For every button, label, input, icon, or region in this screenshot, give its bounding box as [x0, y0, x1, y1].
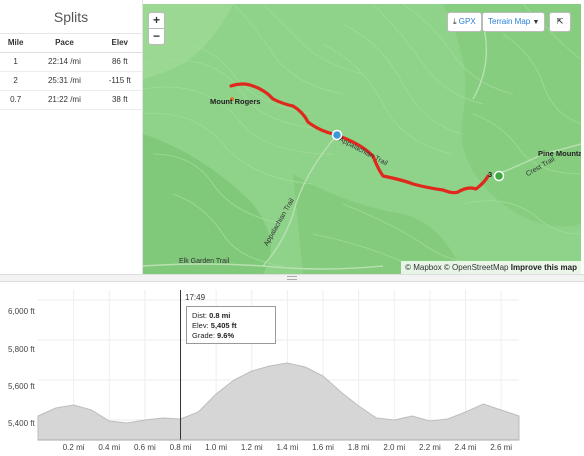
gpx-download-button[interactable]: ⤓ GPX — [447, 12, 482, 32]
split-mile: 2 — [0, 71, 32, 91]
elevation-profile-svg — [37, 290, 520, 441]
tooltip-grade: Grade: 9.6% — [192, 331, 235, 340]
x-tick: 1.8 mi — [347, 443, 370, 452]
terrain-map-label: Terrain Map — [488, 17, 531, 26]
gpx-label: GPX — [458, 17, 476, 26]
map-terrain — [143, 4, 581, 274]
improve-map-link[interactable]: Improve this map — [511, 263, 577, 272]
terrain-map-dropdown[interactable]: Terrain Map ▼ — [482, 12, 546, 32]
column-header-mile: Mile — [0, 34, 32, 53]
elevation-chart[interactable]: 6,000 ft 5,800 ft 5,600 ft 5,400 ft 0.2 … — [0, 282, 584, 456]
y-tick: 5,600 ft — [8, 382, 35, 391]
x-tick: 2.2 mi — [419, 443, 441, 452]
zoom-in-button[interactable]: + — [148, 12, 165, 29]
x-tick: 0.8 mi — [169, 443, 192, 452]
table-row: 0.7 21:22 /mi 38 ft — [0, 90, 142, 110]
x-tick: 2.6 mi — [490, 443, 513, 452]
x-tick: 1.6 mi — [312, 443, 334, 452]
hover-time: 17:49 — [185, 293, 206, 302]
split-elev: 86 ft — [97, 52, 142, 72]
label-elk-garden-trail: Elk Garden Trail — [179, 258, 230, 265]
y-tick: 5,400 ft — [8, 419, 35, 428]
start-marker — [493, 170, 505, 182]
split-mile: 0.7 — [0, 90, 32, 110]
label-mount-rogers: Mount Rogers — [210, 97, 261, 106]
x-tick: 1.0 mi — [205, 443, 228, 452]
map-attribution: © Mapbox © OpenStreetMap Improve this ma… — [401, 261, 581, 274]
x-tick: 2.4 mi — [454, 443, 477, 452]
splits-title: Splits — [0, 0, 142, 34]
tooltip-dist: Dist: 0.8 mi — [192, 311, 231, 320]
split-elev: 38 ft — [97, 90, 142, 110]
split-elev: -115 ft — [97, 71, 142, 91]
y-tick: 5,800 ft — [8, 345, 35, 354]
attribution-text: © Mapbox © OpenStreetMap — [405, 263, 509, 272]
column-header-pace: Pace — [31, 34, 98, 53]
elevation-area — [37, 362, 520, 441]
split-pace: 25:31 /mi — [31, 71, 98, 91]
elevation-tooltip: Dist: 0.8 mi Elev: 5,405 ft Grade: 9.6% — [186, 306, 276, 344]
x-tick: 0.4 mi — [98, 443, 121, 452]
table-row: 1 22:14 /mi 86 ft — [0, 52, 142, 72]
zoom-out-button[interactable]: − — [148, 28, 165, 45]
resize-handle[interactable] — [0, 274, 584, 282]
split-mile: 1 — [0, 52, 32, 72]
column-header-elev: Elev — [97, 34, 142, 53]
split-pace: 22:14 /mi — [31, 52, 98, 72]
table-row: 2 25:31 /mi -115 ft — [0, 71, 142, 91]
start-marker-label: 3 — [488, 170, 493, 179]
y-tick: 6,000 ft — [8, 307, 35, 316]
download-icon: ⤓ — [453, 17, 457, 26]
x-tick: 2.0 mi — [383, 443, 406, 452]
x-tick: 1.2 mi — [240, 443, 263, 452]
splits-table: Mile Pace Elev 1 22:14 /mi 86 ft 2 25:31… — [0, 34, 142, 110]
grip-icon — [287, 276, 297, 280]
splits-header-row: Mile Pace Elev — [0, 34, 142, 53]
fullscreen-icon: ⇱ — [556, 17, 564, 26]
split-pace: 21:22 /mi — [31, 90, 98, 110]
tooltip-elev: Elev: 5,405 ft — [192, 321, 237, 330]
label-pine-mountain: Pine Mountai — [538, 149, 581, 158]
x-tick: 1.4 mi — [276, 443, 299, 452]
x-tick: 0.6 mi — [133, 443, 156, 452]
route-map[interactable]: Mount Rogers Pine Mountai Appalachian Tr… — [143, 4, 581, 274]
fullscreen-button[interactable]: ⇱ — [549, 12, 571, 32]
caret-down-icon: ▼ — [532, 19, 540, 26]
splits-panel: Splits Mile Pace Elev 1 22:14 /mi 86 ft … — [0, 0, 143, 274]
x-tick: 0.2 mi — [62, 443, 85, 452]
